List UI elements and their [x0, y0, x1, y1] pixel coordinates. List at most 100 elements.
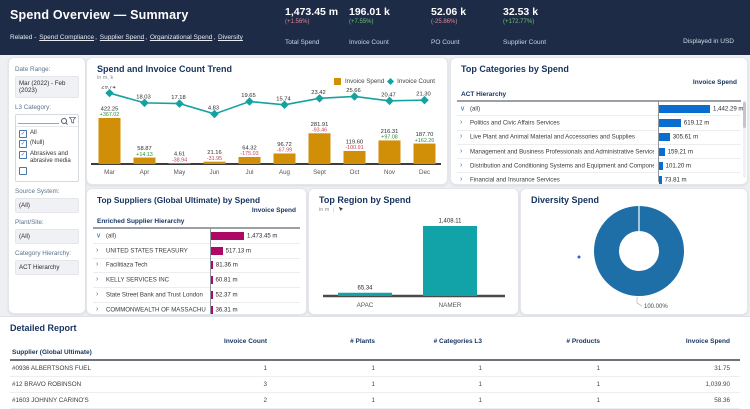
expand-chevron-icon[interactable]: › — [96, 291, 98, 298]
donut-percent-label: 100.00% — [644, 304, 668, 310]
invoice-spend-bar[interactable] — [99, 118, 121, 164]
hierarchy-row-bar[interactable] — [659, 119, 681, 127]
source-system-value[interactable]: (All) — [15, 198, 79, 213]
kpi-delta: (-25.86%) — [431, 19, 511, 25]
collapse-chevron-icon[interactable]: ∨ — [96, 231, 101, 239]
region-bar[interactable] — [338, 293, 392, 296]
kpi-delta: (+7.55%) — [349, 19, 429, 25]
hierarchy-row[interactable]: ∨(all)1,442.29 m — [457, 100, 741, 115]
expand-chevron-icon[interactable]: › — [460, 162, 462, 169]
search-icon[interactable] — [61, 118, 67, 124]
invoice-spend-bar[interactable] — [414, 144, 436, 164]
l3-category-label: L3 Category: — [15, 104, 79, 111]
hierarchy-row[interactable]: ›State Street Bank and Trust London52.37… — [93, 287, 300, 302]
hierarchy-row[interactable]: ›Live Plant and Animal Material and Acce… — [457, 130, 741, 144]
categories-scrollbar-thumb[interactable] — [743, 102, 746, 128]
hierarchy-row[interactable]: ›UNITED STATES TREASURY517.13 m — [93, 243, 300, 258]
detail-column-header[interactable]: Invoice Count — [170, 336, 277, 347]
bar-delta-label: +97.08 — [381, 135, 398, 141]
detail-data-row[interactable]: #1603 JOHNNY CARINO'S211158.36 — [10, 393, 740, 409]
detail-column-header[interactable]: Invoice Spend — [610, 336, 740, 347]
hierarchy-row-label: Management and Business Professionals an… — [470, 148, 654, 155]
related-link-diversity[interactable]: Diversity — [218, 34, 243, 41]
checkbox-checked-icon[interactable]: ✓ — [19, 151, 27, 159]
expand-chevron-icon[interactable]: › — [96, 306, 98, 313]
drill-cursor-icon[interactable] — [338, 206, 344, 212]
hierarchy-row[interactable]: ›KELLY SERVICES INC60.81 m — [93, 272, 300, 287]
invoice-count-legend-label[interactable]: Invoice Count — [397, 78, 435, 85]
hierarchy-row[interactable]: ›COMMONWEALTH OF MASSACHUSETTS36.31 m — [93, 302, 300, 315]
invoice-spend-bar[interactable] — [239, 157, 261, 164]
hierarchy-row-bar[interactable] — [659, 148, 665, 156]
hierarchy-row-bar[interactable] — [659, 162, 663, 170]
kpi-label: Invoice Count — [349, 39, 429, 46]
expand-chevron-icon[interactable]: › — [460, 133, 462, 140]
hierarchy-row-bar[interactable] — [211, 261, 213, 269]
invoice-spend-bar[interactable] — [204, 162, 226, 164]
invoice-spend-bar[interactable] — [344, 151, 366, 164]
invoice-spend-bar[interactable] — [274, 153, 296, 164]
detail-column-header[interactable]: # Products — [492, 336, 610, 347]
value-cell: 1 — [170, 360, 277, 377]
region-bar-chart: 65.34APAC1,408.11NAMER — [309, 215, 518, 314]
hierarchy-row-bar[interactable] — [659, 176, 662, 184]
related-link-organizational-spend[interactable]: Organizational Spend — [150, 34, 213, 41]
value-cell: 3 — [170, 377, 277, 393]
hierarchy-row[interactable]: ∨(all)1,473.45 m — [93, 227, 300, 243]
hierarchy-row[interactable]: ›Facilitiaza Tech81.36 m — [93, 258, 300, 273]
bar-delta-label: +367.02 — [100, 112, 120, 118]
hierarchy-row[interactable]: ›Politics and Civic Affairs Services619.… — [457, 115, 741, 129]
hierarchy-row-bar[interactable] — [659, 105, 710, 113]
category-hierarchy-value[interactable]: ACT Hierarchy — [15, 260, 79, 275]
top-region-title: Top Region by Spend — [319, 195, 411, 205]
collapse-chevron-icon[interactable]: ∨ — [460, 104, 465, 112]
checkbox-checked-icon[interactable]: ✓ — [19, 130, 27, 138]
detail-column-header[interactable]: # Plants — [277, 336, 385, 347]
value-cell: 2 — [170, 393, 277, 409]
kpi-po-count: 52.06 k(-25.86%) PO Count — [431, 6, 511, 46]
date-range-value[interactable]: Mar (2022) - Feb (2023) — [15, 76, 79, 98]
expand-chevron-icon[interactable]: › — [96, 261, 98, 268]
hierarchy-row-bar[interactable] — [211, 276, 213, 284]
hierarchy-row-bar[interactable] — [211, 291, 213, 299]
bar-delta-label: -93.46 — [312, 127, 327, 133]
expand-chevron-icon[interactable]: › — [96, 247, 98, 254]
hierarchy-row[interactable]: ›Distribution and Conditioning Systems a… — [457, 158, 741, 172]
expand-chevron-icon[interactable]: › — [460, 119, 462, 126]
related-link-supplier-spend[interactable]: Supplier Spend — [100, 34, 144, 41]
l3-option-row-partial — [16, 165, 78, 176]
invoice-spend-bar[interactable] — [134, 158, 156, 164]
invoice-spend-bar[interactable] — [309, 133, 331, 164]
hierarchy-row-bar[interactable] — [659, 133, 670, 141]
hierarchy-row-bar[interactable] — [211, 306, 213, 314]
detail-row-dimension-header[interactable]: Supplier (Global Ultimate) — [10, 347, 170, 360]
related-link-spend-compliance[interactable]: Spend Compliance — [39, 34, 94, 41]
kpi-label: PO Count — [431, 39, 511, 46]
value-cell: 58.36 — [610, 393, 740, 409]
invoice-spend-bar[interactable] — [379, 140, 401, 164]
detail-data-row[interactable]: #0936 ALBERTSONS FUEL111131.75 — [10, 360, 740, 377]
hierarchy-row-label: Facilitiaza Tech — [106, 262, 148, 269]
expand-chevron-icon[interactable]: › — [460, 176, 462, 183]
expand-chevron-icon[interactable]: › — [460, 147, 462, 154]
hierarchy-row-bar[interactable] — [211, 232, 244, 240]
checkbox-checked-icon[interactable]: ✓ — [19, 140, 27, 148]
hierarchy-row[interactable]: › Management and Business Professionals a… — [457, 144, 741, 158]
hierarchy-row-label: Politics and Civic Affairs Services — [470, 119, 560, 126]
invoice-spend-legend-label[interactable]: Invoice Spend — [345, 78, 384, 85]
l3-category-search-input[interactable] — [18, 117, 59, 124]
bar-delta-label: +14.13 — [136, 152, 153, 158]
checkbox-icon[interactable] — [19, 167, 27, 175]
hierarchy-row[interactable]: ›Financial and Insurance Services73.81 m — [457, 172, 741, 185]
expand-chevron-icon[interactable]: › — [96, 276, 98, 283]
kpi-value: 52.06 k — [431, 6, 511, 18]
plant-site-value[interactable]: (All) — [15, 229, 79, 244]
invoice-spend-legend-swatch[interactable] — [334, 78, 341, 85]
detail-column-header[interactable]: # Categories L3 — [385, 336, 492, 347]
invoice-count-legend-swatch[interactable] — [387, 78, 394, 85]
region-bar[interactable] — [423, 226, 477, 296]
detail-data-row[interactable]: #12 BRAVO ROBINSON31111,039.90 — [10, 377, 740, 393]
filter-funnel-icon[interactable] — [69, 117, 76, 124]
hierarchy-row-bar[interactable] — [211, 247, 223, 255]
suppliers-axis-label: Invoice Spend — [252, 207, 296, 214]
